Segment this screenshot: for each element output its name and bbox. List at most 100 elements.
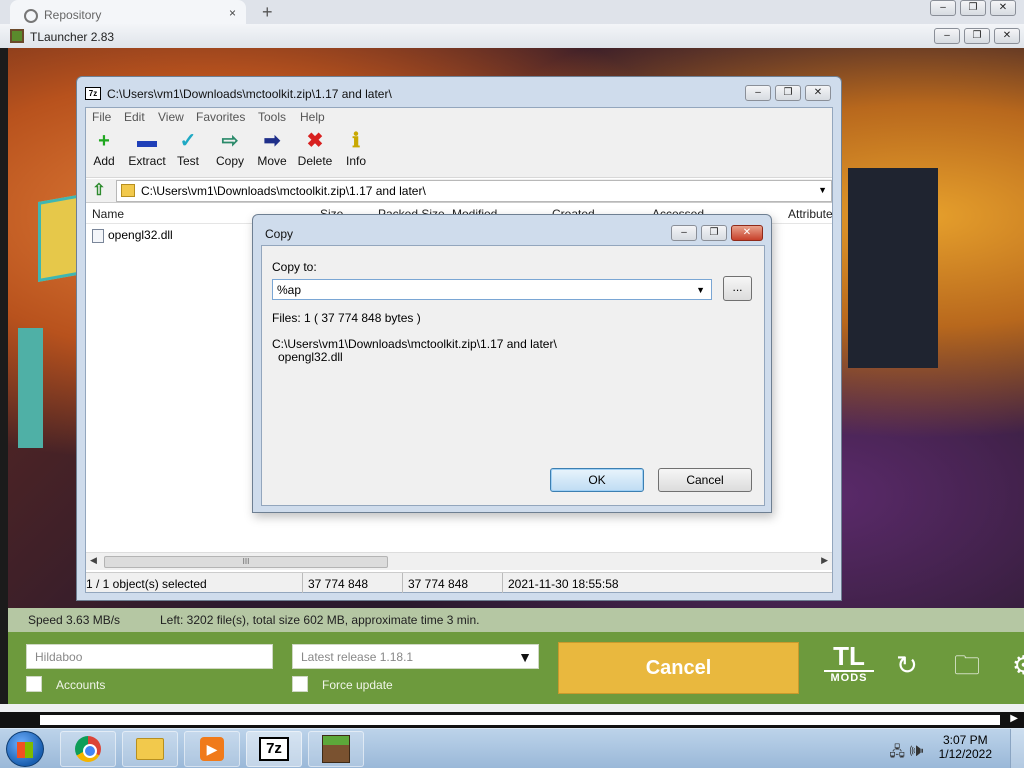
move-button[interactable]: ➡ Move — [250, 130, 294, 168]
horizontal-scrollbar[interactable]: ▶ — [0, 712, 1024, 728]
media-player-icon: ▶ — [200, 737, 224, 761]
tl-close-button[interactable]: ✕ — [994, 28, 1020, 44]
address-field[interactable]: C:\Users\vm1\Downloads\mctoolkit.zip\1.1… — [116, 180, 832, 202]
sz-maximize-button[interactable]: ❐ — [775, 85, 801, 101]
scroll-right-icon[interactable]: ▶ — [1010, 713, 1018, 724]
close-button[interactable]: ✕ — [990, 0, 1016, 16]
close-tab-icon[interactable]: × — [229, 6, 236, 20]
start-button[interactable] — [6, 731, 44, 767]
tl-mods-button[interactable]: TL MODS — [824, 642, 874, 692]
github-icon — [24, 9, 38, 23]
scroll-left-icon[interactable]: ◀ — [90, 555, 97, 566]
test-label: Test — [176, 154, 199, 168]
tlauncher-title: TLauncher 2.83 — [30, 30, 115, 44]
dialog-maximize-button[interactable]: ❐ — [701, 225, 727, 241]
force-update-label: Force update — [322, 678, 393, 692]
tl-maximize-button[interactable]: ❐ — [964, 28, 990, 44]
dialog-window-controls: – ❐ ✕ — [671, 225, 763, 241]
version-select[interactable]: Latest release 1.18.1 ▼ — [292, 644, 539, 669]
info-label: Info — [345, 154, 366, 168]
extract-label: Extract — [128, 154, 166, 168]
taskbar-tlauncher[interactable] — [308, 731, 364, 767]
windows-logo-icon — [17, 742, 33, 758]
folder-icon[interactable]: 🗀 — [954, 652, 980, 678]
menu-file[interactable]: File — [92, 110, 111, 124]
clock[interactable]: 3:07 PM 1/12/2022 — [939, 733, 992, 761]
delete-button[interactable]: ✖ Delete — [293, 130, 337, 168]
launcher-cancel-button[interactable]: Cancel — [558, 642, 799, 694]
browser-window-controls: – ❐ ✕ — [930, 0, 1016, 16]
network-icon[interactable]: 🖧 — [889, 743, 905, 759]
copy-button[interactable]: ⇨ Copy — [208, 130, 252, 168]
tlauncher-titlebar: TLauncher 2.83 – ❐ ✕ — [0, 24, 1024, 48]
accounts-checkbox[interactable] — [26, 676, 42, 692]
dialog-close-button[interactable]: ✕ — [731, 225, 763, 241]
restore-button[interactable]: ❐ — [960, 0, 986, 16]
copy-icon: ⇨ — [221, 130, 239, 152]
menu-favorites[interactable]: Favorites — [196, 110, 245, 124]
force-update-checkbox[interactable] — [292, 676, 308, 692]
status-divider — [302, 573, 303, 593]
folder-up-icon[interactable]: ⇧ — [90, 182, 108, 200]
column-attribute[interactable]: Attribute — [788, 207, 833, 221]
browse-button[interactable]: ... — [723, 276, 752, 301]
sz-close-button[interactable]: ✕ — [805, 85, 831, 101]
taskbar-chrome[interactable] — [60, 731, 116, 767]
status-packed: 37 774 848 — [408, 577, 469, 591]
column-name[interactable]: Name — [92, 207, 124, 221]
remaining-text: Left: 3202 file(s), total size 602 MB, a… — [160, 613, 480, 627]
speed-text: Speed 3.63 MB/s — [28, 613, 121, 627]
copy-to-input[interactable]: %ap ▼ — [272, 279, 712, 300]
tray-icons: 🖧 🕪 — [889, 741, 924, 765]
clock-date: 1/12/2022 — [938, 747, 992, 761]
show-desktop-button[interactable] — [1010, 729, 1024, 768]
scrollbar-thumb[interactable]: III — [104, 556, 388, 568]
taskbar-explorer[interactable] — [122, 731, 178, 767]
source-path-line2: opengl32.dll — [278, 350, 343, 364]
delete-label: Delete — [297, 154, 333, 168]
add-icon: + — [98, 130, 110, 152]
minimize-button[interactable]: – — [930, 0, 956, 16]
menu-edit[interactable]: Edit — [124, 110, 145, 124]
files-info: Files: 1 ( 37 774 848 bytes ) — [272, 311, 421, 325]
browser-tab[interactable]: Repository × — [10, 0, 246, 24]
sz-minimize-button[interactable]: – — [745, 85, 771, 101]
chevron-down-icon[interactable]: ▼ — [696, 285, 705, 295]
scrollbar-thumb[interactable] — [40, 715, 1000, 725]
test-button[interactable]: ✓ Test — [166, 130, 210, 168]
username-input[interactable]: Hildaboo — [26, 644, 273, 669]
add-button[interactable]: + Add — [82, 130, 126, 168]
address-text: C:\Users\vm1\Downloads\mctoolkit.zip\1.1… — [141, 184, 426, 198]
file-list-scrollbar[interactable]: ◀ III ▶ — [86, 552, 832, 570]
menu-tools[interactable]: Tools — [258, 110, 286, 124]
ok-button[interactable]: OK — [550, 468, 644, 492]
version-select-value: Latest release 1.18.1 — [301, 650, 414, 664]
scroll-right-icon[interactable]: ▶ — [821, 555, 828, 566]
settings-icon[interactable]: ⚙ — [1012, 652, 1024, 678]
chevron-down-icon[interactable]: ▼ — [818, 185, 827, 195]
dialog-minimize-button[interactable]: – — [671, 225, 697, 241]
taskbar-media-player[interactable]: ▶ — [184, 731, 240, 767]
extract-icon: ▬ — [137, 130, 157, 152]
sevenzip-window-controls: – ❐ ✕ — [745, 85, 831, 101]
menu-bar: File Edit View Favorites Tools Help — [86, 108, 832, 126]
extract-button[interactable]: ▬ Extract — [125, 130, 169, 168]
cancel-button[interactable]: Cancel — [658, 468, 752, 492]
volume-icon[interactable]: 🕪 — [909, 743, 924, 759]
taskbar-7zip[interactable]: 7z — [246, 731, 302, 767]
menu-help[interactable]: Help — [300, 110, 325, 124]
info-icon: ℹ — [352, 130, 360, 152]
test-icon: ✓ — [179, 130, 197, 152]
tl-mods-line2: MODS — [824, 670, 874, 684]
tl-minimize-button[interactable]: – — [934, 28, 960, 44]
tlauncher-window-controls: – ❐ ✕ — [934, 28, 1020, 44]
list-item[interactable]: opengl32.dll — [90, 228, 173, 246]
menu-view[interactable]: View — [158, 110, 184, 124]
refresh-icon[interactable]: ↻ — [896, 652, 918, 678]
info-button[interactable]: ℹ Info — [334, 130, 378, 168]
tlauncher-icon — [10, 29, 24, 43]
new-tab-button[interactable]: + — [262, 2, 273, 23]
sevenzip-icon: 7z — [259, 737, 289, 761]
sevenzip-title: C:\Users\vm1\Downloads\mctoolkit.zip\1.1… — [107, 87, 392, 101]
dll-file-icon — [92, 229, 104, 243]
